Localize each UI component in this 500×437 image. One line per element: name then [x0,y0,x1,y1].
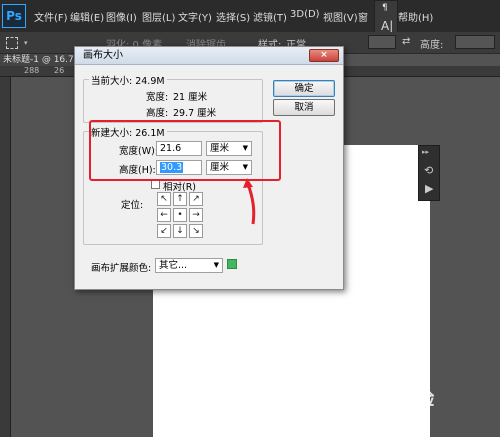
width-input[interactable] [368,35,396,49]
menu-select[interactable]: 选择(S) [216,9,250,24]
anchor-bottom-right[interactable]: ↘ [189,224,203,238]
relative-label: 相对(R) [163,182,197,193]
menu-edit[interactable]: 编辑(E) [70,9,104,24]
paragraph-icon: ¶ [382,3,388,13]
anchor-top[interactable]: ↑ [173,192,187,206]
extension-color-value: 其它... [159,260,188,271]
current-height-label: 高度: [146,108,169,119]
annotation-arrow [243,178,256,225]
ok-button[interactable]: 确定 [273,80,335,97]
current-size-title: 当前大小: 24.9M [89,73,167,87]
anchor-center[interactable]: • [173,208,187,222]
chevron-down-icon: ▼ [213,261,219,269]
current-height-value: 29.7 厘米 [173,108,217,119]
extension-color-label: 画布扩展颜色: [91,263,152,274]
anchor-bottom-left[interactable]: ↙ [157,224,171,238]
extension-color-swatch[interactable] [227,259,237,269]
swap-icon[interactable]: ⇄ [402,36,410,47]
character-icon: A| [381,19,394,33]
relative-checkbox[interactable] [151,180,160,189]
menu-help[interactable]: 帮助(H) [398,9,433,24]
cancel-button[interactable]: 取消 [273,99,335,116]
ruler-tick: 288 [24,66,40,75]
anchor-label: 定位: [121,200,144,211]
menu-file[interactable]: 文件(F) [34,9,68,24]
baidu-watermark: Bai 经验 [360,389,435,410]
menu-image[interactable]: 图像(I) [106,9,137,24]
anchor-top-left[interactable]: ↖ [157,192,171,206]
anchor-top-right[interactable]: ↗ [189,192,203,206]
document-tab[interactable]: 未标题-1 @ 16.7 [0,54,80,66]
current-width-label: 宽度: [146,92,169,103]
current-width-value: 21 厘米 [173,92,208,103]
marquee-tool-icon[interactable] [6,37,18,49]
extension-color-select[interactable]: 其它... ▼ [155,258,223,273]
photoshop-logo: Ps [2,4,26,28]
history-icon[interactable]: ⟲ [424,164,433,177]
menu-window[interactable]: 窗 [358,9,368,24]
height-input[interactable] [455,35,495,49]
play-icon[interactable]: ▶ [425,182,433,195]
menu-filter[interactable]: 滤镜(T) [253,9,287,24]
vertical-ruler [0,77,11,437]
menu-type[interactable]: 文字(Y) [178,9,212,24]
anchor-left[interactable]: ← [157,208,171,222]
anchor-right[interactable]: → [189,208,203,222]
anchor-bottom[interactable]: ↓ [173,224,187,238]
menu-layer[interactable]: 图层(L) [142,9,175,24]
menu-3d[interactable]: 3D(D) [290,9,320,20]
anchor-grid: ↖ ↑ ↗ ← • → ↙ ↓ ↘ [157,192,205,240]
collapsed-panel[interactable]: ▸▸ ⟲ ▶ [418,145,440,201]
expand-icon[interactable]: ▸▸ [422,148,429,156]
chevron-down-icon[interactable]: ▾ [24,39,28,47]
dialog-title: 画布大小 [75,47,343,65]
close-icon[interactable]: × [309,49,339,62]
height-label: 高度: [420,40,444,51]
annotation-highlight-box [89,120,281,181]
ruler-tick: 26 [54,66,65,75]
menu-view[interactable]: 视图(V) [323,9,358,24]
